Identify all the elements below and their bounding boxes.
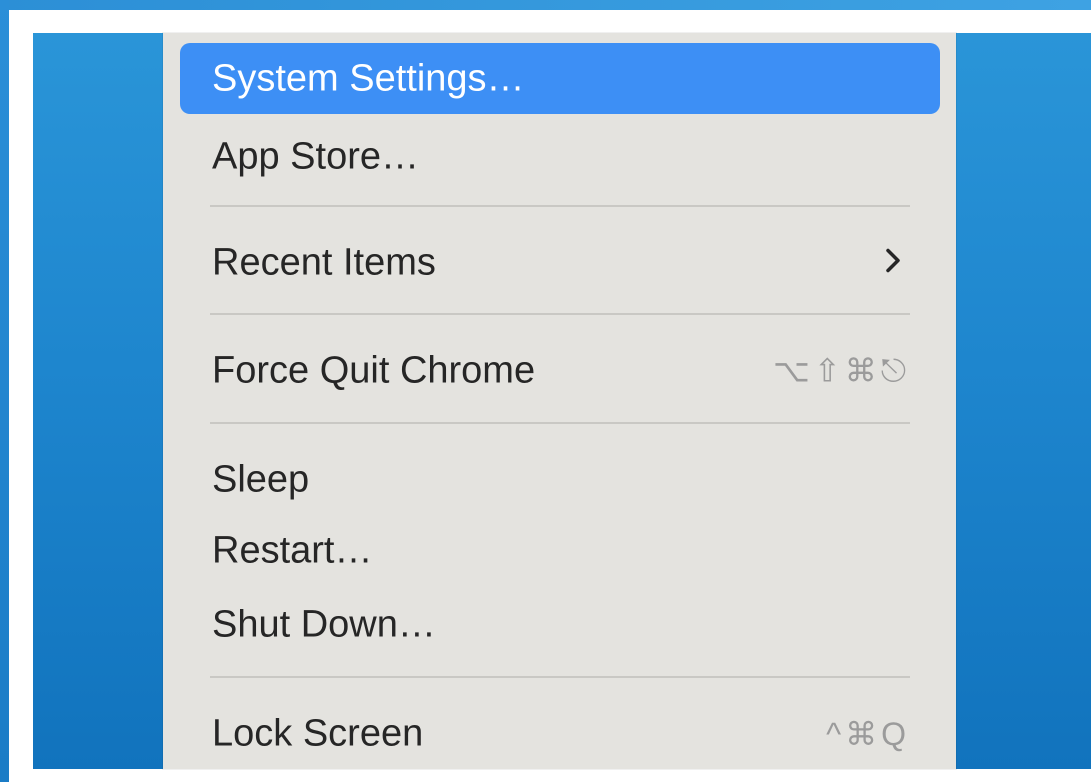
menu-item-label: Force Quit Chrome — [212, 349, 536, 391]
menu-item-restart[interactable]: Restart… — [180, 515, 940, 586]
menu-item-lock-screen[interactable]: Lock Screen ^⌘Q — [180, 698, 940, 769]
keyboard-shortcut: ^⌘Q — [826, 715, 910, 752]
menu-item-label: Sleep — [212, 458, 310, 500]
menu-item-label: Lock Screen — [212, 712, 424, 754]
menu-separator — [210, 676, 910, 678]
keyboard-shortcut: ⌥⇧⌘⎋ — [773, 352, 910, 388]
menu-item-force-quit[interactable]: Force Quit Chrome ⌥⇧⌘⎋ — [180, 335, 940, 406]
chevron-right-icon — [884, 246, 902, 279]
apple-menu: System Settings… App Store… Recent Items… — [163, 33, 956, 769]
menu-separator — [210, 422, 910, 424]
menu-item-label: Shut Down… — [212, 603, 436, 645]
screenshot-frame: System Settings… App Store… Recent Items… — [0, 0, 1091, 782]
menu-item-recent-items[interactable]: Recent Items — [180, 227, 940, 298]
menu-item-label: App Store… — [212, 135, 419, 177]
menu-separator — [210, 313, 910, 315]
menu-item-sleep[interactable]: Sleep — [180, 444, 940, 515]
menu-separator — [210, 205, 910, 207]
menu-item-label: Recent Items — [212, 241, 436, 283]
menu-item-app-store[interactable]: App Store… — [180, 121, 940, 192]
desktop-edge-left — [0, 0, 9, 782]
menu-item-system-settings[interactable]: System Settings… — [180, 43, 940, 114]
menu-item-label: Restart… — [212, 529, 373, 571]
menu-item-label: System Settings… — [212, 57, 525, 99]
desktop-edge-top — [0, 0, 1091, 10]
menu-item-shut-down[interactable]: Shut Down… — [180, 589, 940, 660]
